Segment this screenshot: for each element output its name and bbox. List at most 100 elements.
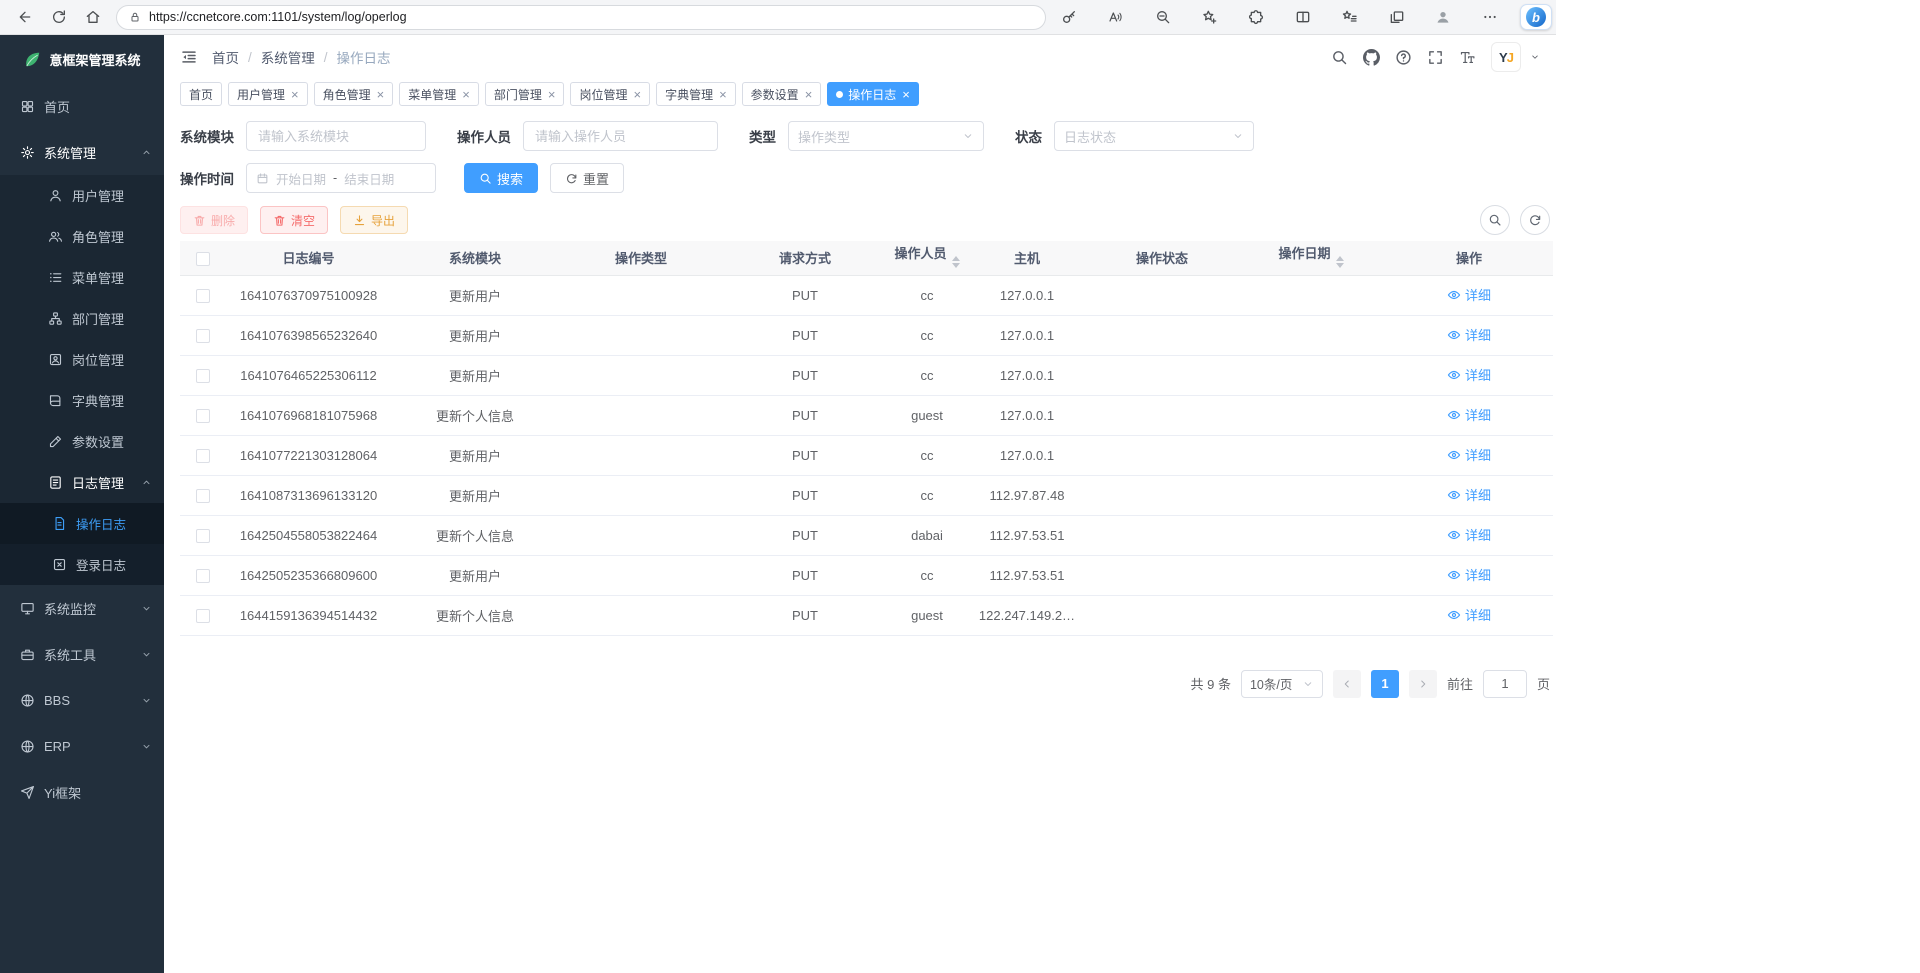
row-checkbox[interactable] bbox=[196, 409, 210, 423]
page-1-button[interactable]: 1 bbox=[1371, 670, 1399, 698]
detail-link[interactable]: 详细 bbox=[1447, 605, 1491, 624]
detail-link[interactable]: 详细 bbox=[1447, 445, 1491, 464]
extensions-button[interactable] bbox=[1239, 3, 1273, 31]
add-favorite-button[interactable] bbox=[1192, 3, 1226, 31]
type-select[interactable]: 操作类型 bbox=[788, 121, 984, 151]
sidebar-item-0[interactable]: 首页 bbox=[0, 83, 164, 129]
font-size-icon[interactable] bbox=[1459, 49, 1476, 66]
sidebar-item-11[interactable]: 登录日志 bbox=[0, 544, 164, 585]
tab-item-5[interactable]: 岗位管理× bbox=[570, 82, 650, 106]
reset-button[interactable]: 重置 bbox=[550, 163, 624, 193]
sidebar-item-14[interactable]: BBS bbox=[0, 677, 164, 723]
zoom-out-button[interactable] bbox=[1146, 3, 1180, 31]
detail-link[interactable]: 详细 bbox=[1447, 405, 1491, 424]
tab-item-4[interactable]: 部门管理× bbox=[485, 82, 565, 106]
detail-link[interactable]: 详细 bbox=[1447, 525, 1491, 544]
close-icon[interactable]: × bbox=[291, 88, 299, 101]
close-icon[interactable]: × bbox=[902, 88, 910, 101]
sidebar-item-10[interactable]: 操作日志 bbox=[0, 503, 164, 544]
close-icon[interactable]: × bbox=[719, 88, 727, 101]
browser-home-button[interactable] bbox=[76, 3, 110, 31]
search-icon[interactable] bbox=[1331, 49, 1348, 66]
row-checkbox[interactable] bbox=[196, 449, 210, 463]
read-aloud-button[interactable] bbox=[1099, 3, 1133, 31]
sidebar-item-12[interactable]: 系统监控 bbox=[0, 585, 164, 631]
next-page-button[interactable] bbox=[1409, 670, 1437, 698]
prev-page-button[interactable] bbox=[1333, 670, 1361, 698]
row-checkbox[interactable] bbox=[196, 529, 210, 543]
tab-item-3[interactable]: 菜单管理× bbox=[399, 82, 479, 106]
github-icon[interactable] bbox=[1363, 49, 1380, 66]
column-header[interactable]: 操作人员 bbox=[887, 241, 967, 275]
detail-link[interactable]: 详细 bbox=[1447, 325, 1491, 344]
date-range-input[interactable]: 开始日期 - 结束日期 bbox=[246, 163, 436, 193]
sort-carets-icon[interactable] bbox=[952, 252, 960, 272]
breadcrumb-item[interactable]: 系统管理 bbox=[261, 47, 315, 67]
row-checkbox[interactable] bbox=[196, 329, 210, 343]
search-button[interactable]: 搜索 bbox=[464, 163, 538, 193]
sidebar-item-1[interactable]: 系统管理 bbox=[0, 129, 164, 175]
close-icon[interactable]: × bbox=[805, 88, 813, 101]
browser-refresh-button[interactable] bbox=[42, 3, 76, 31]
sidebar-item-13[interactable]: 系统工具 bbox=[0, 631, 164, 677]
close-icon[interactable]: × bbox=[548, 88, 556, 101]
page-size-select[interactable]: 10条/页 bbox=[1241, 670, 1323, 698]
row-checkbox[interactable] bbox=[196, 289, 210, 303]
tab-item-0[interactable]: 首页 bbox=[180, 82, 222, 106]
sort-carets-icon[interactable] bbox=[1336, 252, 1344, 272]
status-select[interactable]: 日志状态 bbox=[1054, 121, 1254, 151]
detail-link[interactable]: 详细 bbox=[1447, 485, 1491, 504]
operator-input[interactable] bbox=[523, 121, 718, 151]
sidebar-toggle-icon[interactable] bbox=[180, 48, 198, 66]
browser-back-button[interactable] bbox=[8, 3, 42, 31]
user-avatar[interactable]: YJ bbox=[1491, 42, 1521, 72]
tab-item-6[interactable]: 字典管理× bbox=[656, 82, 736, 106]
browser-profile-button[interactable] bbox=[1426, 3, 1460, 31]
app-logo[interactable]: 意框架管理系统 bbox=[0, 35, 164, 83]
tab-item-1[interactable]: 用户管理× bbox=[228, 82, 308, 106]
split-screen-button[interactable] bbox=[1286, 3, 1320, 31]
sidebar-item-15[interactable]: ERP bbox=[0, 723, 164, 769]
tab-item-8[interactable]: 操作日志× bbox=[827, 82, 919, 106]
detail-link[interactable]: 详细 bbox=[1447, 285, 1491, 304]
export-button[interactable]: 导出 bbox=[340, 206, 408, 234]
browser-menu-button[interactable] bbox=[1473, 3, 1507, 31]
tab-item-2[interactable]: 角色管理× bbox=[314, 82, 394, 106]
favorites-button[interactable] bbox=[1333, 3, 1367, 31]
sidebar-item-8[interactable]: 参数设置 bbox=[0, 421, 164, 462]
module-input[interactable] bbox=[246, 121, 426, 151]
sidebar-item-16[interactable]: Yi框架 bbox=[0, 769, 164, 815]
column-header[interactable]: 操作日期 bbox=[1237, 241, 1385, 275]
chevron-down-icon[interactable] bbox=[1530, 52, 1540, 62]
goto-page-input[interactable] bbox=[1483, 670, 1527, 698]
breadcrumb-item[interactable]: 首页 bbox=[212, 47, 239, 67]
row-checkbox[interactable] bbox=[196, 569, 210, 583]
detail-link[interactable]: 详细 bbox=[1447, 565, 1491, 584]
clear-button[interactable]: 清空 bbox=[260, 206, 328, 234]
help-icon[interactable] bbox=[1395, 49, 1412, 66]
close-icon[interactable]: × bbox=[462, 88, 470, 101]
tab-item-7[interactable]: 参数设置× bbox=[742, 82, 822, 106]
row-checkbox[interactable] bbox=[196, 369, 210, 383]
refresh-table-button[interactable] bbox=[1520, 205, 1550, 235]
close-icon[interactable]: × bbox=[377, 88, 385, 101]
fullscreen-icon[interactable] bbox=[1427, 49, 1444, 66]
delete-button[interactable]: 删除 bbox=[180, 206, 248, 234]
detail-link[interactable]: 详细 bbox=[1447, 365, 1491, 384]
address-bar[interactable]: https://ccnetcore.com:1101/system/log/op… bbox=[116, 5, 1046, 30]
select-all-checkbox[interactable] bbox=[196, 252, 210, 266]
bing-discover-button[interactable]: b bbox=[1520, 4, 1552, 30]
sidebar-item-2[interactable]: 用户管理 bbox=[0, 175, 164, 216]
password-manager-button[interactable] bbox=[1052, 3, 1086, 31]
sidebar-item-4[interactable]: 菜单管理 bbox=[0, 257, 164, 298]
collections-button[interactable] bbox=[1380, 3, 1414, 31]
sidebar-item-5[interactable]: 部门管理 bbox=[0, 298, 164, 339]
sidebar-item-9[interactable]: 日志管理 bbox=[0, 462, 164, 503]
row-checkbox[interactable] bbox=[196, 609, 210, 623]
close-icon[interactable]: × bbox=[633, 88, 641, 101]
row-checkbox[interactable] bbox=[196, 489, 210, 503]
sidebar-item-7[interactable]: 字典管理 bbox=[0, 380, 164, 421]
show-search-button[interactable] bbox=[1480, 205, 1510, 235]
sidebar-item-3[interactable]: 角色管理 bbox=[0, 216, 164, 257]
sidebar-item-6[interactable]: 岗位管理 bbox=[0, 339, 164, 380]
